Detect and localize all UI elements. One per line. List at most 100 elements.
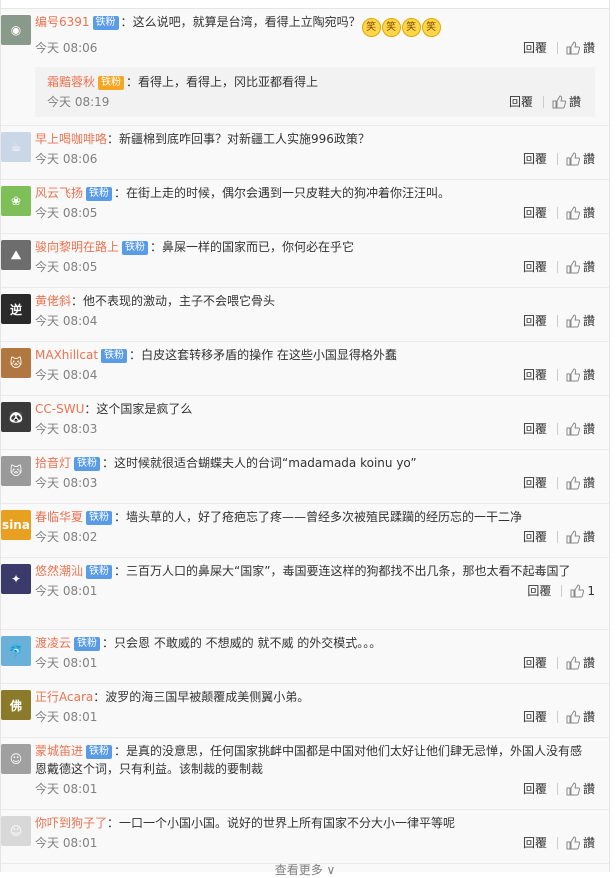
- comment-actions: 回覆 讚: [523, 310, 595, 332]
- like-label: 讚: [582, 530, 595, 544]
- reply-link[interactable]: 回覆: [523, 202, 547, 224]
- like-button[interactable]: 讚: [566, 256, 595, 278]
- comment-body: 蒙城笛进 铁粉 ：是真的没意思，任何国家挑衅中国都是中国对他们太好让他们肆无忌惮，外…: [35, 742, 595, 778]
- reply-link[interactable]: 回覆: [523, 37, 547, 59]
- commenter-name[interactable]: 正行Acara: [35, 690, 93, 704]
- comment-body: 早上喝咖啡咯：新疆棉到底咋回事？对新疆工人实施996政策？: [35, 130, 595, 148]
- like-button[interactable]: 讚: [566, 37, 595, 59]
- commenter-name[interactable]: 春临华夏: [35, 510, 83, 524]
- avatar-glyph: 🐱: [9, 464, 23, 478]
- action-divider: [556, 369, 558, 381]
- comment-time: 今天 08:06: [35, 41, 98, 55]
- comment-text: 这么说吧，就算是台湾，看得上立陶宛吗？: [132, 15, 361, 29]
- commenter-name[interactable]: 拾音灯: [35, 456, 71, 470]
- reply-link[interactable]: 回覆: [523, 472, 547, 494]
- like-button[interactable]: 讚: [566, 310, 595, 332]
- commenter-name[interactable]: 风云飞扬: [35, 186, 83, 200]
- reply-link[interactable]: 回覆: [523, 418, 547, 440]
- avatar[interactable]: 🐱: [1, 456, 31, 486]
- like-label: 讚: [582, 656, 595, 670]
- fan-badge[interactable]: 铁粉: [92, 16, 119, 30]
- avatar-glyph: ◉: [10, 23, 22, 37]
- comment-time: 今天 08:02: [35, 530, 98, 544]
- fan-badge[interactable]: 铁粉: [86, 745, 113, 759]
- like-button[interactable]: 讚: [566, 472, 595, 494]
- fan-badge[interactable]: 铁粉: [122, 241, 149, 255]
- laughing-emoji-icon: 笑: [421, 18, 441, 37]
- commenter-name[interactable]: 你吓到狗子了: [35, 816, 107, 830]
- load-more-link[interactable]: 查看更多 ∨: [1, 861, 609, 878]
- commenter-name[interactable]: 悠然潮汕: [35, 564, 83, 578]
- like-button[interactable]: 讚: [566, 706, 595, 728]
- thumbs-up-icon: [566, 782, 580, 796]
- reply-link[interactable]: 回覆: [523, 832, 547, 854]
- commenter-name[interactable]: 蒙城笛进: [35, 744, 83, 758]
- avatar[interactable]: 佛: [1, 690, 31, 720]
- avatar[interactable]: 🐼: [1, 402, 31, 432]
- like-button[interactable]: 讚: [566, 652, 595, 674]
- comment-body: 编号6391 铁粉 ：这么说吧，就算是台湾，看得上立陶宛吗？笑笑笑笑: [35, 13, 595, 37]
- avatar[interactable]: ⛰: [1, 240, 31, 270]
- like-button[interactable]: 讚: [566, 832, 595, 854]
- like-button[interactable]: 讚: [566, 778, 595, 800]
- reply-link[interactable]: 回覆: [523, 778, 547, 800]
- like-button[interactable]: 讚: [566, 418, 595, 440]
- commenter-name[interactable]: 早上喝咖啡咯: [35, 132, 107, 146]
- action-divider: [556, 315, 558, 327]
- reply-link[interactable]: 回覆: [527, 580, 551, 602]
- reply-link[interactable]: 回覆: [523, 526, 547, 548]
- commenter-name[interactable]: 骏向黎明在路上: [35, 240, 119, 254]
- fan-badge[interactable]: 铁粉: [86, 565, 113, 579]
- like-button[interactable]: 讚: [566, 148, 595, 170]
- thumbs-up-icon: [566, 152, 580, 166]
- commenter-name[interactable]: 渡凌云: [35, 636, 71, 650]
- reply-link[interactable]: 回覆: [523, 364, 547, 386]
- avatar-glyph: ✦: [10, 572, 22, 586]
- comment-actions: 回覆 讚: [523, 652, 595, 674]
- thumbs-up-icon: [566, 530, 580, 544]
- comment-time: 今天 08:01: [35, 836, 98, 850]
- reply-link[interactable]: 回覆: [523, 256, 547, 278]
- like-button[interactable]: 讚: [552, 91, 581, 113]
- reply-link[interactable]: 回覆: [523, 706, 547, 728]
- reply-link[interactable]: 回覆: [523, 310, 547, 332]
- avatar[interactable]: ◉: [1, 15, 31, 45]
- avatar[interactable]: ☺: [1, 816, 31, 846]
- fan-badge[interactable]: 铁粉: [74, 637, 101, 651]
- action-divider: [556, 711, 558, 723]
- commenter-name[interactable]: CC-SWU: [35, 402, 84, 416]
- avatar[interactable]: ☕: [1, 132, 31, 162]
- avatar[interactable]: sina: [1, 510, 31, 540]
- like-label: 讚: [582, 836, 595, 850]
- comment-time: 今天 08:05: [35, 260, 98, 274]
- comment-text: 他不表现的激动，主子不会喂它骨头: [83, 294, 276, 308]
- comment-body: 春临华夏 铁粉 ：墙头草的人，好了疮疤忘了疼——曾经多次被殖民蹂躏的经历忘的一干二净: [35, 508, 595, 526]
- like-label: 讚: [582, 782, 595, 796]
- fan-badge[interactable]: 铁粉: [86, 511, 113, 525]
- reply-link[interactable]: 回覆: [523, 652, 547, 674]
- fan-badge[interactable]: 铁粉: [101, 349, 128, 363]
- avatar[interactable]: ❀: [1, 186, 31, 216]
- avatar-glyph: ☕: [10, 140, 22, 154]
- avatar[interactable]: ☺: [1, 744, 31, 774]
- commenter-name[interactable]: 编号6391: [35, 15, 90, 29]
- reply-link[interactable]: 回覆: [523, 148, 547, 170]
- thumbs-up-icon: [566, 314, 580, 328]
- replier-name[interactable]: 霜黯蓉秋: [47, 75, 95, 89]
- fan-badge[interactable]: 铁粉: [86, 187, 113, 201]
- avatar[interactable]: ✦: [1, 564, 31, 594]
- avatar[interactable]: 逆: [1, 294, 31, 324]
- fan-badge[interactable]: 铁粉: [98, 76, 125, 90]
- comment-actions: 回覆 讚: [523, 778, 595, 800]
- fan-badge[interactable]: 铁粉: [74, 457, 101, 471]
- like-button[interactable]: 讚: [566, 364, 595, 386]
- commenter-name[interactable]: 黄佬斜: [35, 294, 71, 308]
- avatar[interactable]: 🐱: [1, 348, 31, 378]
- comment-body: 拾音灯 铁粉 ：这时候就很适合蝴蝶夫人的台词“madamada koinu yo”: [35, 454, 595, 472]
- avatar[interactable]: 🐬: [1, 636, 31, 666]
- like-button[interactable]: 1: [570, 580, 595, 602]
- like-button[interactable]: 讚: [566, 202, 595, 224]
- reply-link[interactable]: 回覆: [509, 91, 533, 113]
- commenter-name[interactable]: MAXhillcat: [35, 348, 98, 362]
- like-button[interactable]: 讚: [566, 526, 595, 548]
